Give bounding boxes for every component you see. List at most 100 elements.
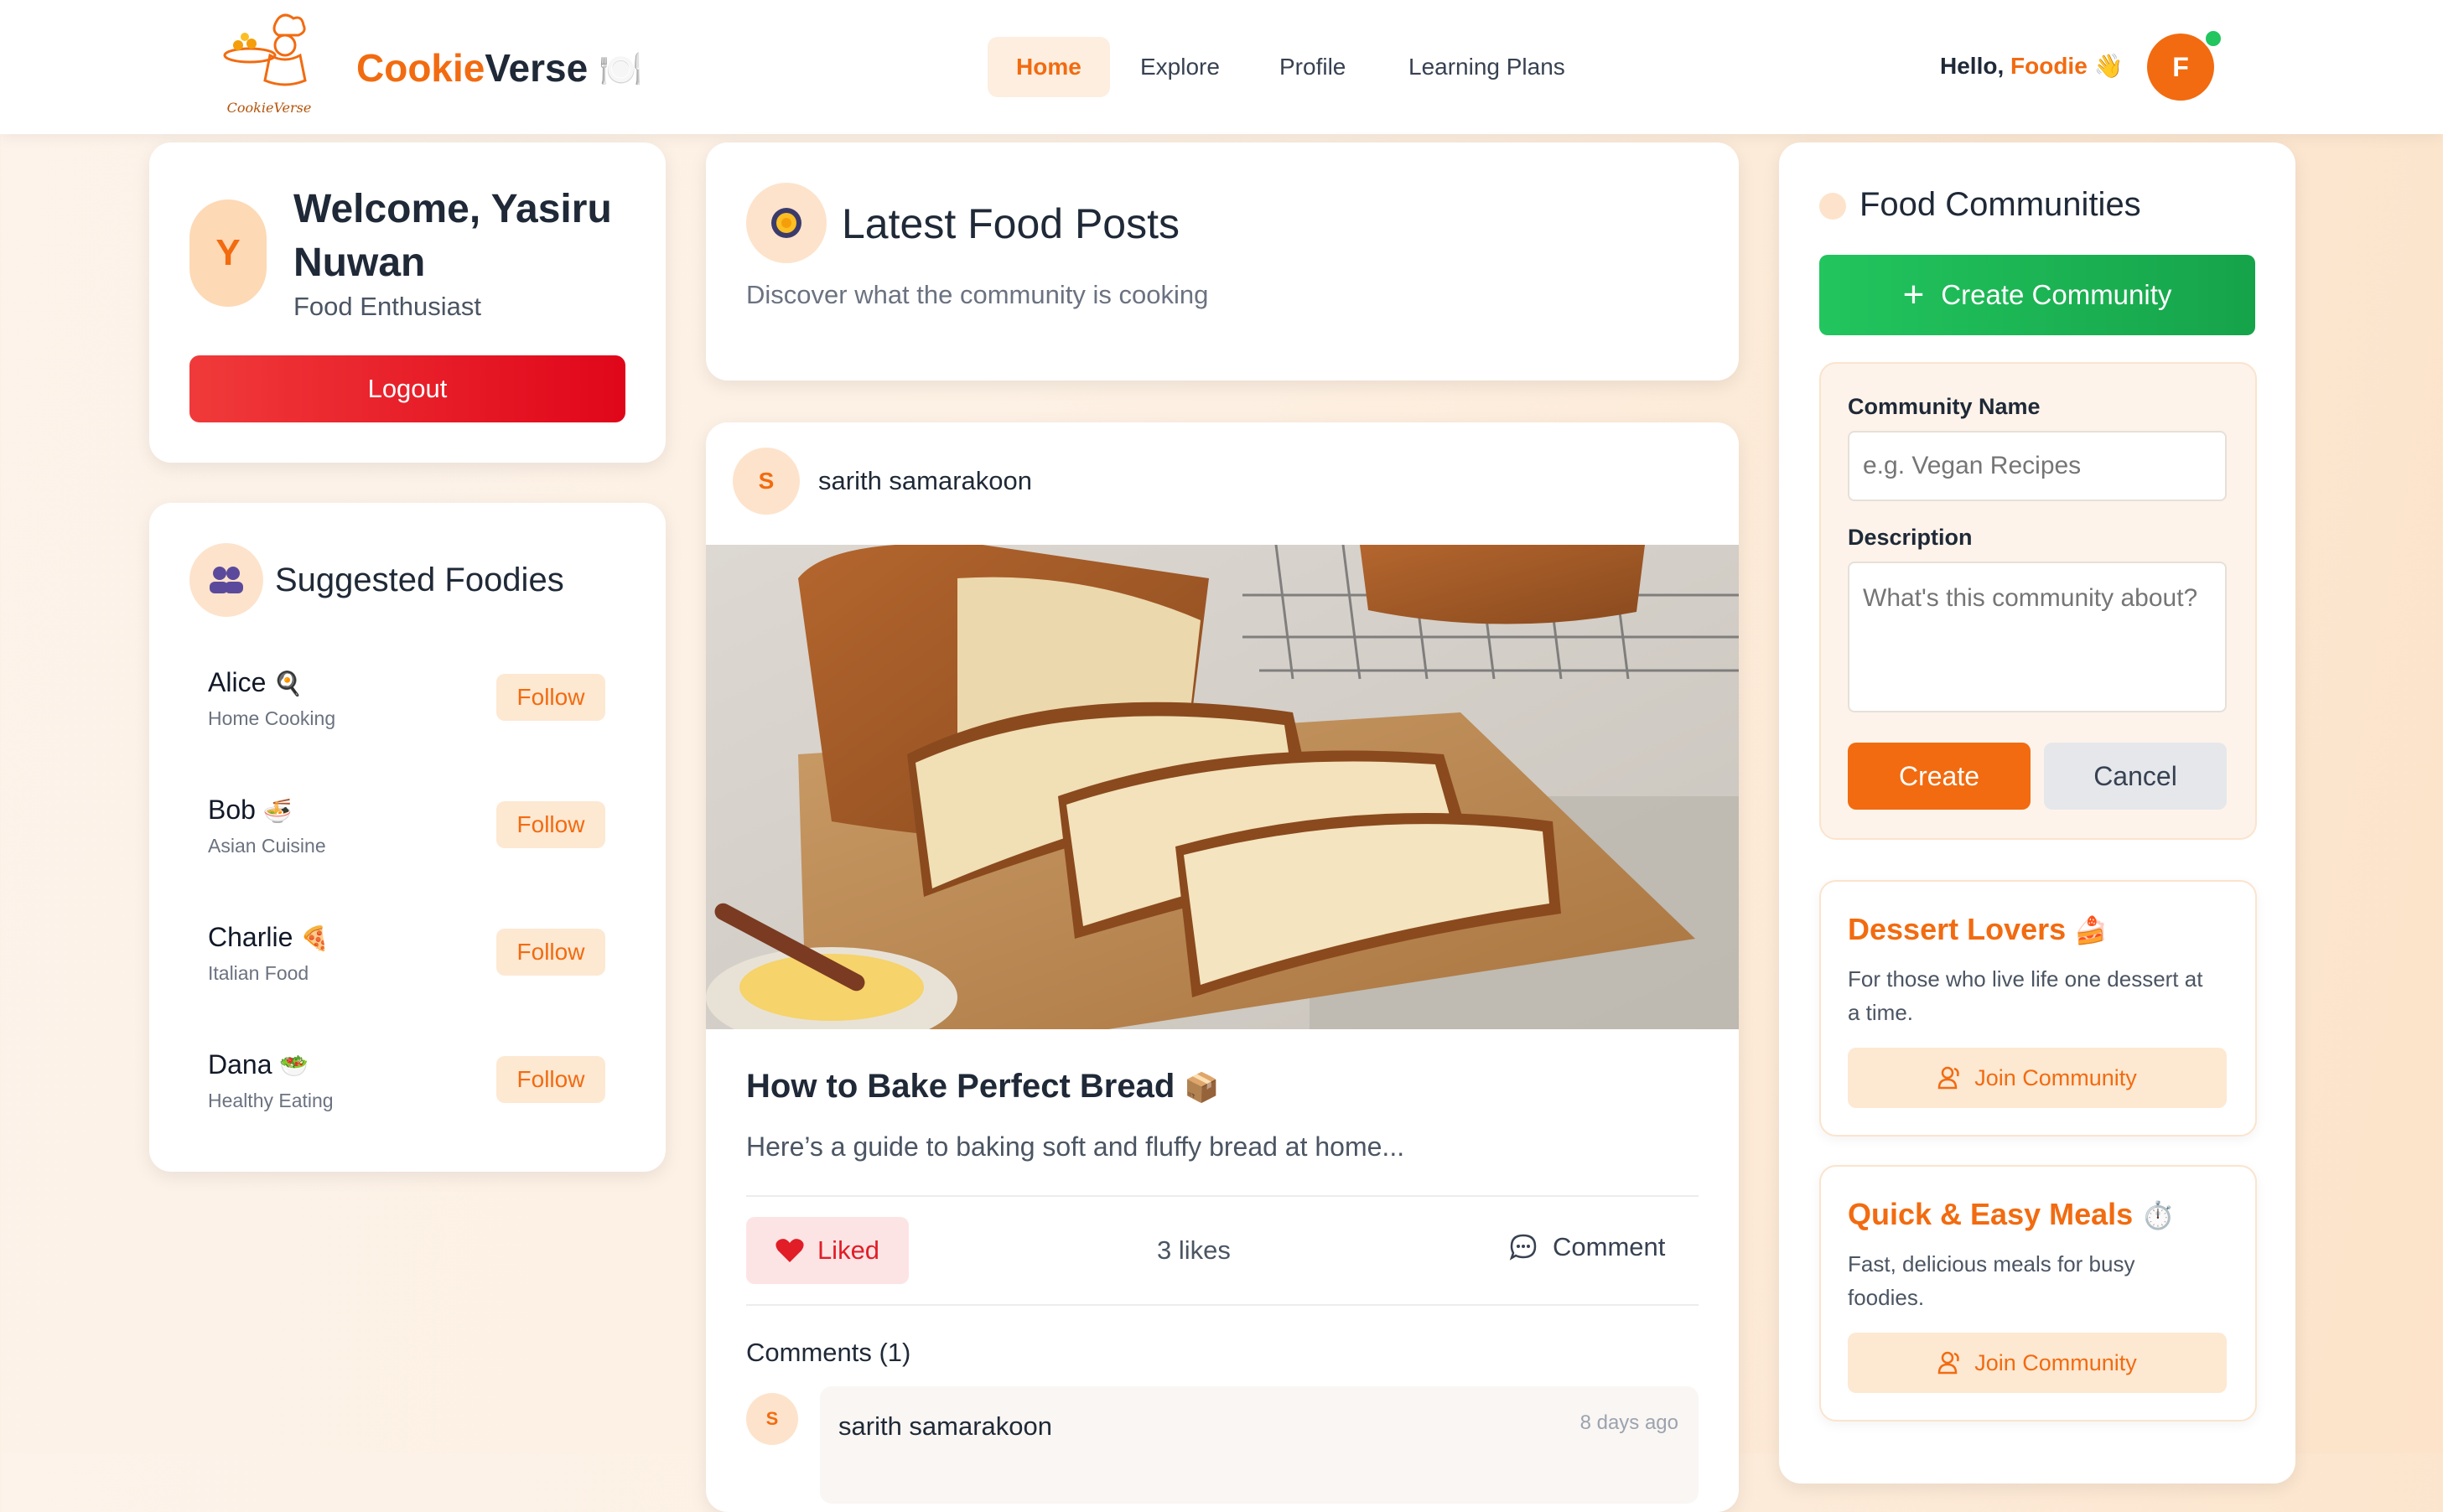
feed-title: Latest Food Posts [842,200,1180,247]
create-button[interactable]: Create [1848,743,2031,810]
post-author-avatar[interactable]: S [733,448,800,515]
comment-label: Comment [1553,1232,1666,1261]
brand-name[interactable]: CookieVerse 🍽️ [356,45,642,91]
greeting-text: Hello, [1940,53,2005,79]
stopwatch-icon: ⏱️ [2141,1200,2176,1230]
welcome-role: Food Enthusiast [293,292,482,321]
foodie-name-text: Charlie [208,922,293,952]
plate-icon: 🍽️ [598,49,643,89]
foodie-emoji-icon: 🥗 [279,1053,309,1079]
likes-count: 3 likes [1157,1235,1231,1265]
foodie-name-text: Dana [208,1049,272,1080]
community-name-input[interactable] [1848,431,2227,501]
description-label: Description [1848,525,1973,550]
foodie-name: Charlie 🍕 [208,922,329,953]
communities-dot-icon [1819,193,1846,220]
community-description: Fast, delicious meals for busy foodies. [1848,1251,2135,1310]
post-title-text: How to Bake Perfect Bread [746,1068,1175,1105]
community-card: Dessert Lovers 🍰 For those who live life… [1819,880,2257,1137]
top-navbar: CookieVerse CookieVerse 🍽️ Home Explore … [0,0,2443,134]
post-card: S sarith samarakoon How to Bake Perfect … [706,422,1739,1512]
user-avatar-letter: F [2172,51,2189,82]
logo[interactable]: CookieVerse [220,12,319,116]
users-icon [1937,1351,1959,1375]
create-community-button[interactable]: + Create Community [1819,255,2255,335]
like-label: Liked [817,1235,880,1265]
join-community-button[interactable]: Join Community [1848,1048,2227,1108]
community-name-label: Community Name [1848,394,2041,419]
nav-home[interactable]: Home [988,37,1110,97]
divider [746,1304,1699,1306]
foodie-tag: Asian Cuisine [208,835,326,857]
comment-author: sarith samarakoon [838,1411,1053,1441]
users-icon [1937,1066,1959,1090]
comments-header: Comments (1) [746,1338,911,1367]
logo-caption: CookieVerse [226,100,312,116]
foodie-tag: Home Cooking [208,707,336,729]
foodie-name-text: Bob [208,795,256,825]
plus-icon: + [1902,274,1925,315]
follow-button[interactable]: Follow [496,929,605,976]
join-community-label: Join Community [1974,1064,2137,1090]
foodie-name: Alice 🍳 [208,667,303,698]
post-author-name[interactable]: sarith samarakoon [818,466,1032,496]
package-icon: 📦 [1184,1072,1220,1104]
community-name-text: Dessert Lovers [1848,912,2067,946]
feed-header-card: Latest Food Posts Discover what the comm… [706,142,1739,381]
post-title: How to Bake Perfect Bread 📦 [746,1068,1220,1106]
pan-icon [746,183,827,263]
online-indicator [2203,28,2223,49]
logout-button[interactable]: Logout [189,355,625,422]
follow-button[interactable]: Follow [496,674,605,721]
cake-icon: 🍰 [2074,915,2108,945]
suggested-title: Suggested Foodies [275,562,564,598]
join-community-button[interactable]: Join Community [1848,1333,2227,1393]
comment-time: 8 days ago [1579,1411,1678,1434]
community-card: Quick & Easy Meals ⏱️ Fast, delicious me… [1819,1165,2257,1421]
comment-icon [1509,1234,1537,1261]
comment-author-avatar-letter: S [765,1408,779,1429]
like-button[interactable]: Liked [746,1217,909,1284]
brand-part-cookie: Cookie [356,46,485,90]
communities-title: Food Communities [1859,186,2141,223]
comment-button[interactable]: Comment [1509,1232,1665,1262]
foodie-name-text: Alice [208,667,267,697]
description-textarea[interactable] [1848,562,2227,712]
foodie-tag: Italian Food [208,962,309,984]
foodie-name: Bob 🍜 [208,795,293,826]
nav-profile[interactable]: Profile [1251,37,1374,97]
welcome-title: Welcome, Yasiru Nuwan [293,187,612,285]
divider [746,1195,1699,1197]
post-excerpt: Here’s a guide to baking soft and fluffy… [746,1131,1405,1162]
community-name[interactable]: Dessert Lovers 🍰 [1848,912,2108,947]
comment-author-avatar: S [746,1393,798,1445]
foodie-emoji-icon: 🍳 [273,671,303,696]
post-author-avatar-letter: S [758,468,775,494]
heart-icon [775,1239,804,1262]
cancel-button[interactable]: Cancel [2044,743,2227,810]
feed-subtitle: Discover what the community is cooking [746,280,1209,309]
suggested-foodies-card: Suggested Foodies Alice 🍳 Home Cooking F… [149,503,666,1172]
nav-explore[interactable]: Explore [1112,37,1248,97]
post-image [706,545,1739,1029]
people-icon [189,543,263,617]
greeting-name: Foodie [2010,53,2088,79]
welcome-avatar: Y [189,199,267,307]
foodie-emoji-icon: 🍕 [300,925,330,951]
nav-learning-plans[interactable]: Learning Plans [1380,37,1594,97]
create-community-label: Create Community [1941,279,2172,310]
wave-icon: 👋 [2093,53,2124,79]
join-community-label: Join Community [1974,1349,2137,1375]
foodie-tag: Healthy Eating [208,1090,334,1111]
comment-box: sarith samarakoon 8 days ago [820,1386,1699,1504]
user-greeting: Hello, Foodie 👋 [1940,52,2123,80]
follow-button[interactable]: Follow [496,801,605,848]
foodie-emoji-icon: 🍜 [262,798,293,824]
welcome-avatar-letter: Y [215,232,241,273]
follow-button[interactable]: Follow [496,1056,605,1103]
chef-logo-icon [223,13,307,86]
community-description: For those who live life one dessert at a… [1848,966,2203,1025]
community-name[interactable]: Quick & Easy Meals ⏱️ [1848,1197,2175,1232]
brand-part-verse: Verse [485,46,589,90]
welcome-card: Y Welcome, Yasiru Nuwan Food Enthusiast … [149,142,666,463]
